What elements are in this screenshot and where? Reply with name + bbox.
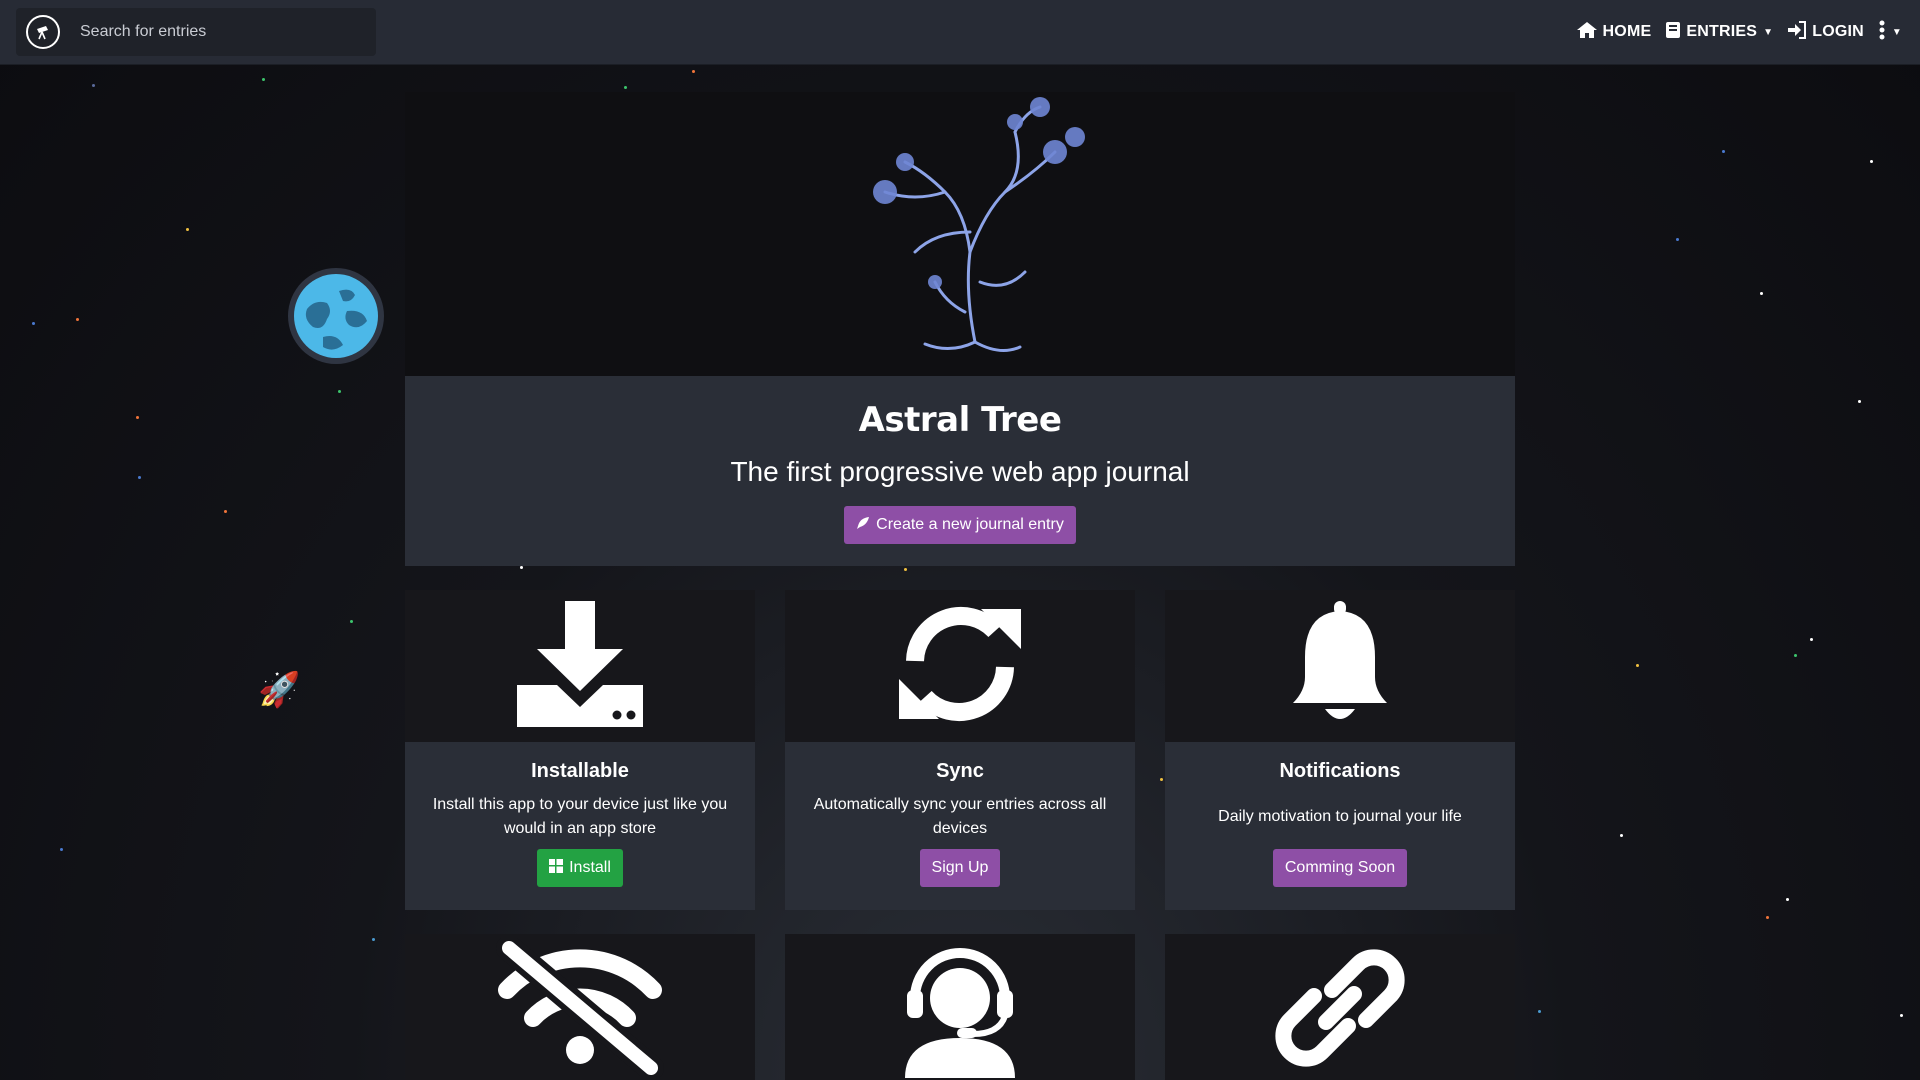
feature-image [785,934,1135,1080]
app-title: Astral Tree [858,400,1062,440]
feature-image [1165,590,1515,742]
nav-login-label: LOGIN [1812,23,1864,40]
feature-body: Notifications Daily motivation to journa… [1165,742,1515,910]
coming-soon-button-label: Comming Soon [1284,859,1396,876]
feature-body: Sync Automatically sync your entries acr… [785,742,1135,910]
link-icon [1270,938,1410,1080]
nav-links: HOME ENTRIES ▼ LOGIN ▼ [1576,0,1902,64]
nav-home[interactable]: HOME [1576,21,1652,44]
more-menu-button[interactable]: ▼ [1878,20,1902,45]
feature-image [405,590,755,742]
feather-icon [856,516,870,535]
support-agent-icon [895,938,1025,1080]
astral-tree-illustration [873,97,1085,353]
sync-icon [895,599,1025,734]
telescope-icon[interactable] [26,15,60,49]
top-navbar: HOME ENTRIES ▼ LOGIN ▼ [0,0,1920,65]
create-journal-entry-label: Create a new journal entry [876,516,1064,533]
rocket-icon: 🚀 [258,671,301,709]
feature-image [1165,934,1515,1080]
search-input[interactable] [78,22,362,42]
feature-title: Installable [531,760,629,782]
hero-tree-image [405,92,1515,376]
home-icon [1576,21,1598,44]
page: HOME ENTRIES ▼ LOGIN ▼ [0,0,1920,1080]
nav-home-label: HOME [1602,23,1652,40]
planet-earth-decoration [288,268,384,364]
feature-description: Install this app to your device just lik… [432,796,728,837]
feature-title: Sync [936,760,984,782]
kebab-menu-icon [1878,20,1886,45]
feature-card-share-link [1165,934,1515,1080]
hero-panel: Astral Tree The first progressive web ap… [405,376,1515,566]
bell-icon [1275,599,1405,734]
feature-card-installable: Installable Install this app to your dev… [405,590,755,910]
feature-image [785,590,1135,742]
chevron-down-icon: ▼ [1763,26,1774,38]
sign-up-button[interactable]: Sign Up [919,849,1001,887]
feature-description: Daily motivation to journal your life [1218,808,1462,825]
sign-up-button-label: Sign Up [931,859,989,876]
feature-image [405,934,755,1080]
wifi-off-icon [495,934,665,1080]
feature-body: Installable Install this app to your dev… [405,742,755,910]
create-journal-entry-button[interactable]: Create a new journal entry [844,506,1076,544]
download-icon [515,599,645,734]
coming-soon-button[interactable]: Comming Soon [1272,849,1408,887]
nav-login[interactable]: LOGIN [1787,20,1864,44]
nav-entries-label: ENTRIES [1686,23,1758,40]
nav-entries-dropdown[interactable]: ENTRIES ▼ [1665,21,1773,44]
book-icon [1665,21,1681,44]
search-bar [16,8,376,56]
app-subtitle: The first progressive web app journal [730,456,1190,487]
windows-icon [549,858,564,878]
install-button-label: Install [569,859,611,876]
feature-title: Notifications [1279,760,1401,782]
chevron-down-icon: ▼ [1891,26,1902,38]
install-button[interactable]: Install [537,849,623,887]
feature-card-notifications: Notifications Daily motivation to journa… [1165,590,1515,910]
login-icon [1787,20,1807,44]
feature-card-support [785,934,1135,1080]
feature-card-sync: Sync Automatically sync your entries acr… [785,590,1135,910]
feature-card-offline [405,934,755,1080]
feature-description: Automatically sync your entries across a… [813,796,1107,837]
